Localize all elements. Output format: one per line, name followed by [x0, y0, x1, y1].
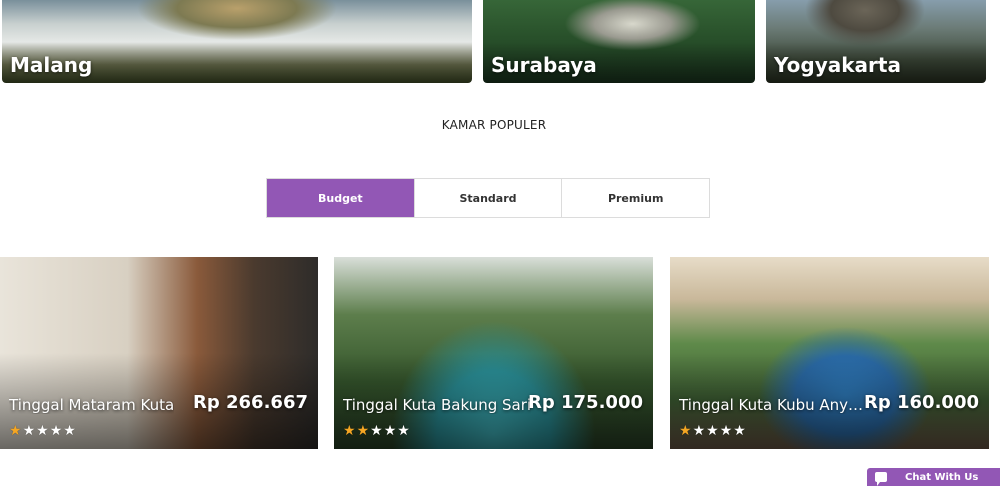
room-card[interactable]: Tinggal Kuta Bakung Sari Rp 175.000 ★ ★ ★ ★…	[334, 257, 653, 449]
room-card[interactable]: Tinggal Kuta Kubu Anyar ... Rp 160.000 ★…	[670, 257, 989, 449]
tab-premium[interactable]: Premium	[562, 179, 710, 217]
chat-label: Chat With Us	[905, 471, 979, 483]
star-icon: ★	[63, 423, 76, 439]
star-icon: ★	[679, 423, 692, 439]
city-card-malang[interactable]: Malang	[2, 0, 472, 83]
section-title: KAMAR POPULER	[441, 118, 547, 132]
chat-with-us-button[interactable]: Chat With Us	[867, 468, 1000, 486]
tab-standard[interactable]: Standard	[414, 179, 563, 217]
chat-bubble-icon	[875, 472, 887, 486]
room-name: Tinggal Mataram Kuta	[9, 396, 175, 414]
star-icon: ★	[692, 423, 706, 439]
room-name: Tinggal Kuta Kubu Anyar ...	[679, 396, 869, 414]
star-rating: ★ ★ ★ ★ ★	[9, 424, 76, 438]
room-name: Tinggal Kuta Bakung Sari	[343, 396, 532, 414]
tab-budget[interactable]: Budget	[267, 179, 415, 217]
star-icon: ★	[706, 423, 719, 439]
room-price: Rp 175.000	[528, 392, 643, 413]
star-rating: ★ ★ ★ ★ ★	[343, 424, 410, 438]
city-name: Surabaya	[491, 53, 597, 77]
city-card-yogyakarta[interactable]: Yogyakarta	[766, 0, 986, 83]
page: Malang Surabaya Yogyakarta KAMAR POPULER…	[0, 0, 1000, 486]
room-price: Rp 266.667	[193, 392, 308, 413]
room-card[interactable]: Tinggal Mataram Kuta Rp 266.667 ★ ★ ★ ★ ★	[0, 257, 318, 449]
star-rating: ★ ★ ★ ★ ★	[679, 424, 746, 438]
star-icon: ★	[9, 423, 22, 439]
room-category-tabs: Budget Standard Premium	[266, 178, 710, 218]
star-icon: ★	[356, 423, 370, 439]
star-icon: ★	[383, 423, 397, 439]
star-icon: ★	[370, 423, 383, 439]
star-icon: ★	[733, 423, 746, 439]
star-icon: ★	[22, 423, 36, 439]
city-name: Malang	[10, 53, 93, 77]
star-icon: ★	[397, 423, 410, 439]
city-name: Yogyakarta	[774, 53, 901, 77]
city-card-surabaya[interactable]: Surabaya	[483, 0, 755, 83]
star-icon: ★	[49, 423, 63, 439]
star-icon: ★	[343, 423, 356, 439]
star-icon: ★	[719, 423, 733, 439]
star-icon: ★	[36, 423, 49, 439]
room-price: Rp 160.000	[864, 392, 979, 413]
